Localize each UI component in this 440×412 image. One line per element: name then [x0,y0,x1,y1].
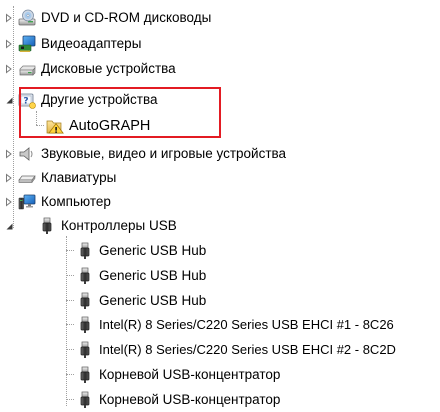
expand-arrow-icon[interactable] [4,196,14,208]
usb-connector-icon [76,242,94,260]
tree-item-usb-device[interactable]: Generic USB Hub [76,288,206,313]
tree-item-usb-device[interactable]: Generic USB Hub [76,238,206,263]
tree-item-sound-devices[interactable]: Звуковые, видео и игровые устройства [0,141,286,166]
tree-item-label: Компьютер [41,193,111,209]
tree-guide-line [66,236,67,406]
tree-item-usb-controllers[interactable]: Контроллеры USB [0,213,177,238]
tree-item-display-adapters[interactable]: Видеоадаптеры [0,31,141,56]
collapse-arrow-icon[interactable] [4,220,14,232]
usb-connector-icon [76,316,94,334]
expand-arrow-icon[interactable] [4,38,14,50]
tree-item-label: Дисковые устройства [41,60,176,76]
tree-item-label: Intel(R) 8 Series/C220 Series USB EHCI #… [99,341,396,357]
expand-arrow-icon[interactable] [4,12,14,24]
tree-item-label: Intel(R) 8 Series/C220 Series USB EHCI #… [99,316,394,332]
usb-connector-icon [76,391,94,409]
speaker-icon [18,145,36,163]
tree-item-usb-device[interactable]: Intel(R) 8 Series/C220 Series USB EHCI #… [76,337,396,362]
tree-guide-line [66,275,74,276]
usb-connector-icon [76,341,94,359]
expand-arrow-icon[interactable] [4,148,14,160]
usb-connector-icon [76,292,94,310]
tree-guide-line [66,250,74,251]
computer-icon [18,193,36,211]
tree-item-keyboards[interactable]: Клавиатуры [0,165,116,190]
dvd-drive-icon [18,9,36,27]
tree-item-label: Generic USB Hub [99,292,207,308]
tree-item-label: Корневой USB-концентратор [99,391,281,407]
tree-item-disk-drives[interactable]: Дисковые устройства [0,56,176,81]
tree-item-label: Звуковые, видео и игровые устройства [41,145,287,161]
tree-item-label: Generic USB Hub [99,242,207,258]
tree-item-label: Контроллеры USB [61,217,177,233]
display-adapter-icon [18,35,36,53]
usb-connector-icon [38,217,56,235]
tree-guide-line [66,374,74,375]
disk-drive-icon [18,60,36,78]
tree-guide-line [66,324,74,325]
tree-item-label: Корневой USB-концентратор [99,366,281,382]
tree-item-usb-device[interactable]: Корневой USB-концентратор [76,362,280,387]
tree-item-label: Видеоадаптеры [41,35,142,51]
usb-connector-icon [76,366,94,384]
keyboard-icon [18,169,36,187]
tree-guide-line [66,399,74,400]
collapse-arrow-icon[interactable] [4,94,14,106]
highlight-box [19,87,221,138]
tree-item-usb-device[interactable]: Корневой USB-концентратор [76,387,280,412]
usb-connector-icon [76,267,94,285]
tree-item-computer[interactable]: Компьютер [0,189,111,214]
tree-item-label: Клавиатуры [41,169,117,185]
tree-item-label: Generic USB Hub [99,267,207,283]
expand-arrow-icon[interactable] [4,172,14,184]
device-manager-tree: DVD и CD-ROM дисководы Видеоадаптеры Дис… [0,0,440,409]
tree-item-usb-device[interactable]: Intel(R) 8 Series/C220 Series USB EHCI #… [76,312,394,337]
tree-guide-line [66,349,74,350]
tree-item-dvd-drives[interactable]: DVD и CD-ROM дисководы [0,5,211,30]
tree-item-label: DVD и CD-ROM дисководы [41,9,212,25]
tree-item-usb-device[interactable]: Generic USB Hub [76,263,206,288]
tree-guide-line [66,300,74,301]
expand-arrow-icon[interactable] [4,63,14,75]
